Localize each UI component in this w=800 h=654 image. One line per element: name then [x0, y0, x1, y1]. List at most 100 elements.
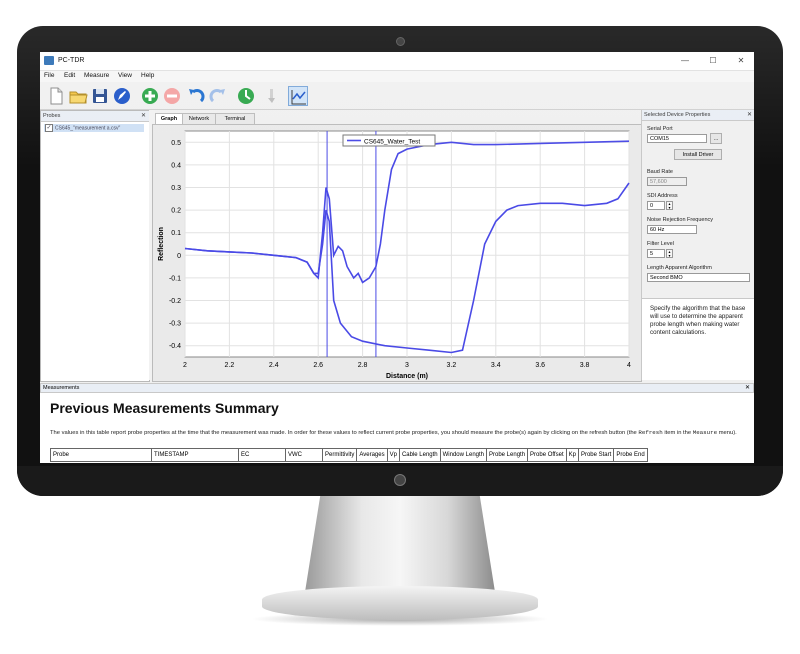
filter-level-input[interactable]: 5 — [647, 249, 665, 258]
probe-label: CS645_"measurement a.csv" — [55, 125, 121, 132]
summary-text-2: item in the — [662, 430, 693, 436]
close-button[interactable]: ✕ — [730, 54, 752, 68]
open-folder-icon[interactable] — [68, 86, 88, 106]
y-tick-label: -0.3 — [169, 321, 181, 328]
maximize-button[interactable]: ☐ — [702, 54, 724, 68]
power-button — [394, 474, 406, 486]
graph-panel: 2 2.2 2.4 2.6 2.8 3 3.2 3.4 3.6 3.8 4 0.5 0.4 0.3 0.2 0… — [152, 124, 642, 382]
y-tick-label: 0.2 — [171, 208, 181, 215]
x-tick-label: 2 — [183, 362, 187, 369]
x-tick-label: 3.2 — [447, 362, 457, 369]
col-probe: Probe — [50, 448, 152, 462]
col-window-length: Window Length — [439, 448, 488, 462]
serial-port-input[interactable]: COM15 — [647, 134, 707, 143]
remove-icon[interactable] — [162, 86, 182, 106]
monitor-stand-neck — [305, 496, 495, 592]
probe-checkbox[interactable]: ✓ — [45, 124, 53, 132]
y-tick-label: 0.5 — [171, 140, 181, 147]
properties-title: Selected Device Properties — [644, 112, 711, 118]
install-driver-button[interactable]: Install Driver — [674, 149, 722, 160]
y-tick-label: 0 — [177, 253, 181, 260]
window-title: PC-TDR — [58, 57, 85, 64]
col-averages: Averages — [356, 448, 388, 462]
property-description: Specify the algorithm that the base will… — [642, 298, 754, 380]
summary-heading: Previous Measurements Summary — [50, 400, 279, 416]
minimize-button[interactable]: — — [674, 54, 696, 68]
y-tick-label: -0.2 — [169, 298, 181, 305]
x-tick-label: 2.4 — [269, 362, 279, 369]
x-axis-label: Distance (m) — [386, 373, 428, 380]
app-icon — [44, 56, 54, 65]
save-disk-icon[interactable] — [90, 86, 110, 106]
y-axis-label: Reflection — [158, 227, 165, 261]
x-tick-label: 2.2 — [225, 362, 235, 369]
x-tick-label: 3.4 — [491, 362, 501, 369]
y-tick-label: 0.4 — [171, 162, 181, 169]
y-tick-label: -0.1 — [169, 275, 181, 282]
probes-header: Probes ✕ — [41, 111, 149, 122]
pointer-icon[interactable] — [262, 86, 282, 106]
y-tick-label: 0.1 — [171, 230, 181, 237]
legend-label: CS645_Water_Test — [364, 139, 420, 146]
sdi-address-input[interactable]: 0 — [647, 201, 665, 210]
y-tick-label: 0.3 — [171, 185, 181, 192]
title-bar: PC-TDR — ☐ ✕ — [40, 52, 754, 71]
table-header-row: Probe TIMESTAMP EC VWC Permittivity Aver… — [50, 448, 648, 462]
sdi-spinner[interactable]: ▴ ▾ — [666, 201, 673, 210]
graph-icon[interactable] — [288, 86, 308, 106]
toolbar — [40, 83, 754, 110]
x-tick-label: 4 — [627, 362, 631, 369]
col-probe-start: Probe Start — [577, 448, 615, 462]
summary-description: The values in this table report probe pr… — [50, 429, 750, 437]
properties-panel: Selected Device Properties ✕ Serial Port… — [641, 110, 754, 380]
menu-measure[interactable]: Measure — [84, 72, 109, 79]
measurements-title: Measurements — [43, 385, 80, 391]
probe-list-item[interactable]: ✓ CS645_"measurement a.csv" — [44, 124, 144, 132]
baud-rate-select[interactable]: 57,600 — [647, 177, 687, 186]
col-ec: EC — [238, 448, 286, 462]
filter-spinner[interactable]: ▴ ▾ — [666, 249, 673, 258]
serial-port-label: Serial Port — [647, 126, 673, 132]
col-probe-end: Probe End — [613, 448, 648, 462]
menu-file[interactable]: File — [44, 72, 54, 79]
measure-word: Measure — [692, 429, 718, 436]
col-probe-offset: Probe Offset — [527, 448, 567, 462]
filter-level-label: Filter Level — [647, 241, 674, 247]
probes-panel: Probes ✕ ✓ CS645_"measurement a.csv" — [40, 110, 150, 382]
x-tick-label: 3.8 — [580, 362, 590, 369]
sdi-address-label: SDI Address — [647, 193, 678, 199]
summary-text-1: The values in this table report probe pr… — [50, 430, 639, 436]
redo-icon[interactable] — [208, 86, 228, 106]
baud-rate-label: Baud Rate — [647, 169, 673, 175]
webcam-icon — [396, 37, 405, 46]
col-vwc: VWC — [285, 448, 323, 462]
browse-port-button[interactable]: ... — [710, 133, 722, 144]
menu-bar: File Edit Measure View Help — [40, 71, 754, 82]
add-icon[interactable] — [140, 86, 160, 106]
menu-help[interactable]: Help — [141, 72, 154, 79]
measurements-close-icon[interactable]: ✕ — [745, 384, 750, 393]
noise-rejection-label: Noise Rejection Frequency — [647, 217, 714, 223]
x-tick-label: 2.6 — [313, 362, 323, 369]
refresh-word: Refresh — [638, 429, 663, 436]
x-tick-label: 3.6 — [535, 362, 545, 369]
y-tick-label: -0.4 — [169, 343, 181, 350]
noise-rejection-select[interactable]: 60 Hz — [647, 225, 697, 234]
col-vp: Vp — [386, 448, 400, 462]
summary-text-3: menu). — [717, 430, 737, 436]
probes-close-icon[interactable]: ✕ — [141, 111, 146, 121]
app-window: PC-TDR — ☐ ✕ File Edit Measure View Help… — [40, 52, 754, 463]
new-file-icon[interactable] — [46, 86, 66, 106]
col-timestamp: TIMESTAMP — [151, 448, 239, 462]
probes-title: Probes — [43, 113, 61, 119]
edit-pen-icon[interactable] — [112, 86, 132, 106]
measure-icon[interactable] — [236, 86, 256, 106]
undo-icon[interactable] — [186, 86, 206, 106]
algorithm-select[interactable]: Second BMO — [647, 273, 750, 282]
properties-header: Selected Device Properties ✕ — [642, 110, 754, 121]
menu-edit[interactable]: Edit — [64, 72, 75, 79]
properties-close-icon[interactable]: ✕ — [747, 110, 752, 120]
col-probe-length: Probe Length — [485, 448, 529, 462]
x-tick-label: 2.8 — [358, 362, 368, 369]
menu-view[interactable]: View — [118, 72, 132, 79]
